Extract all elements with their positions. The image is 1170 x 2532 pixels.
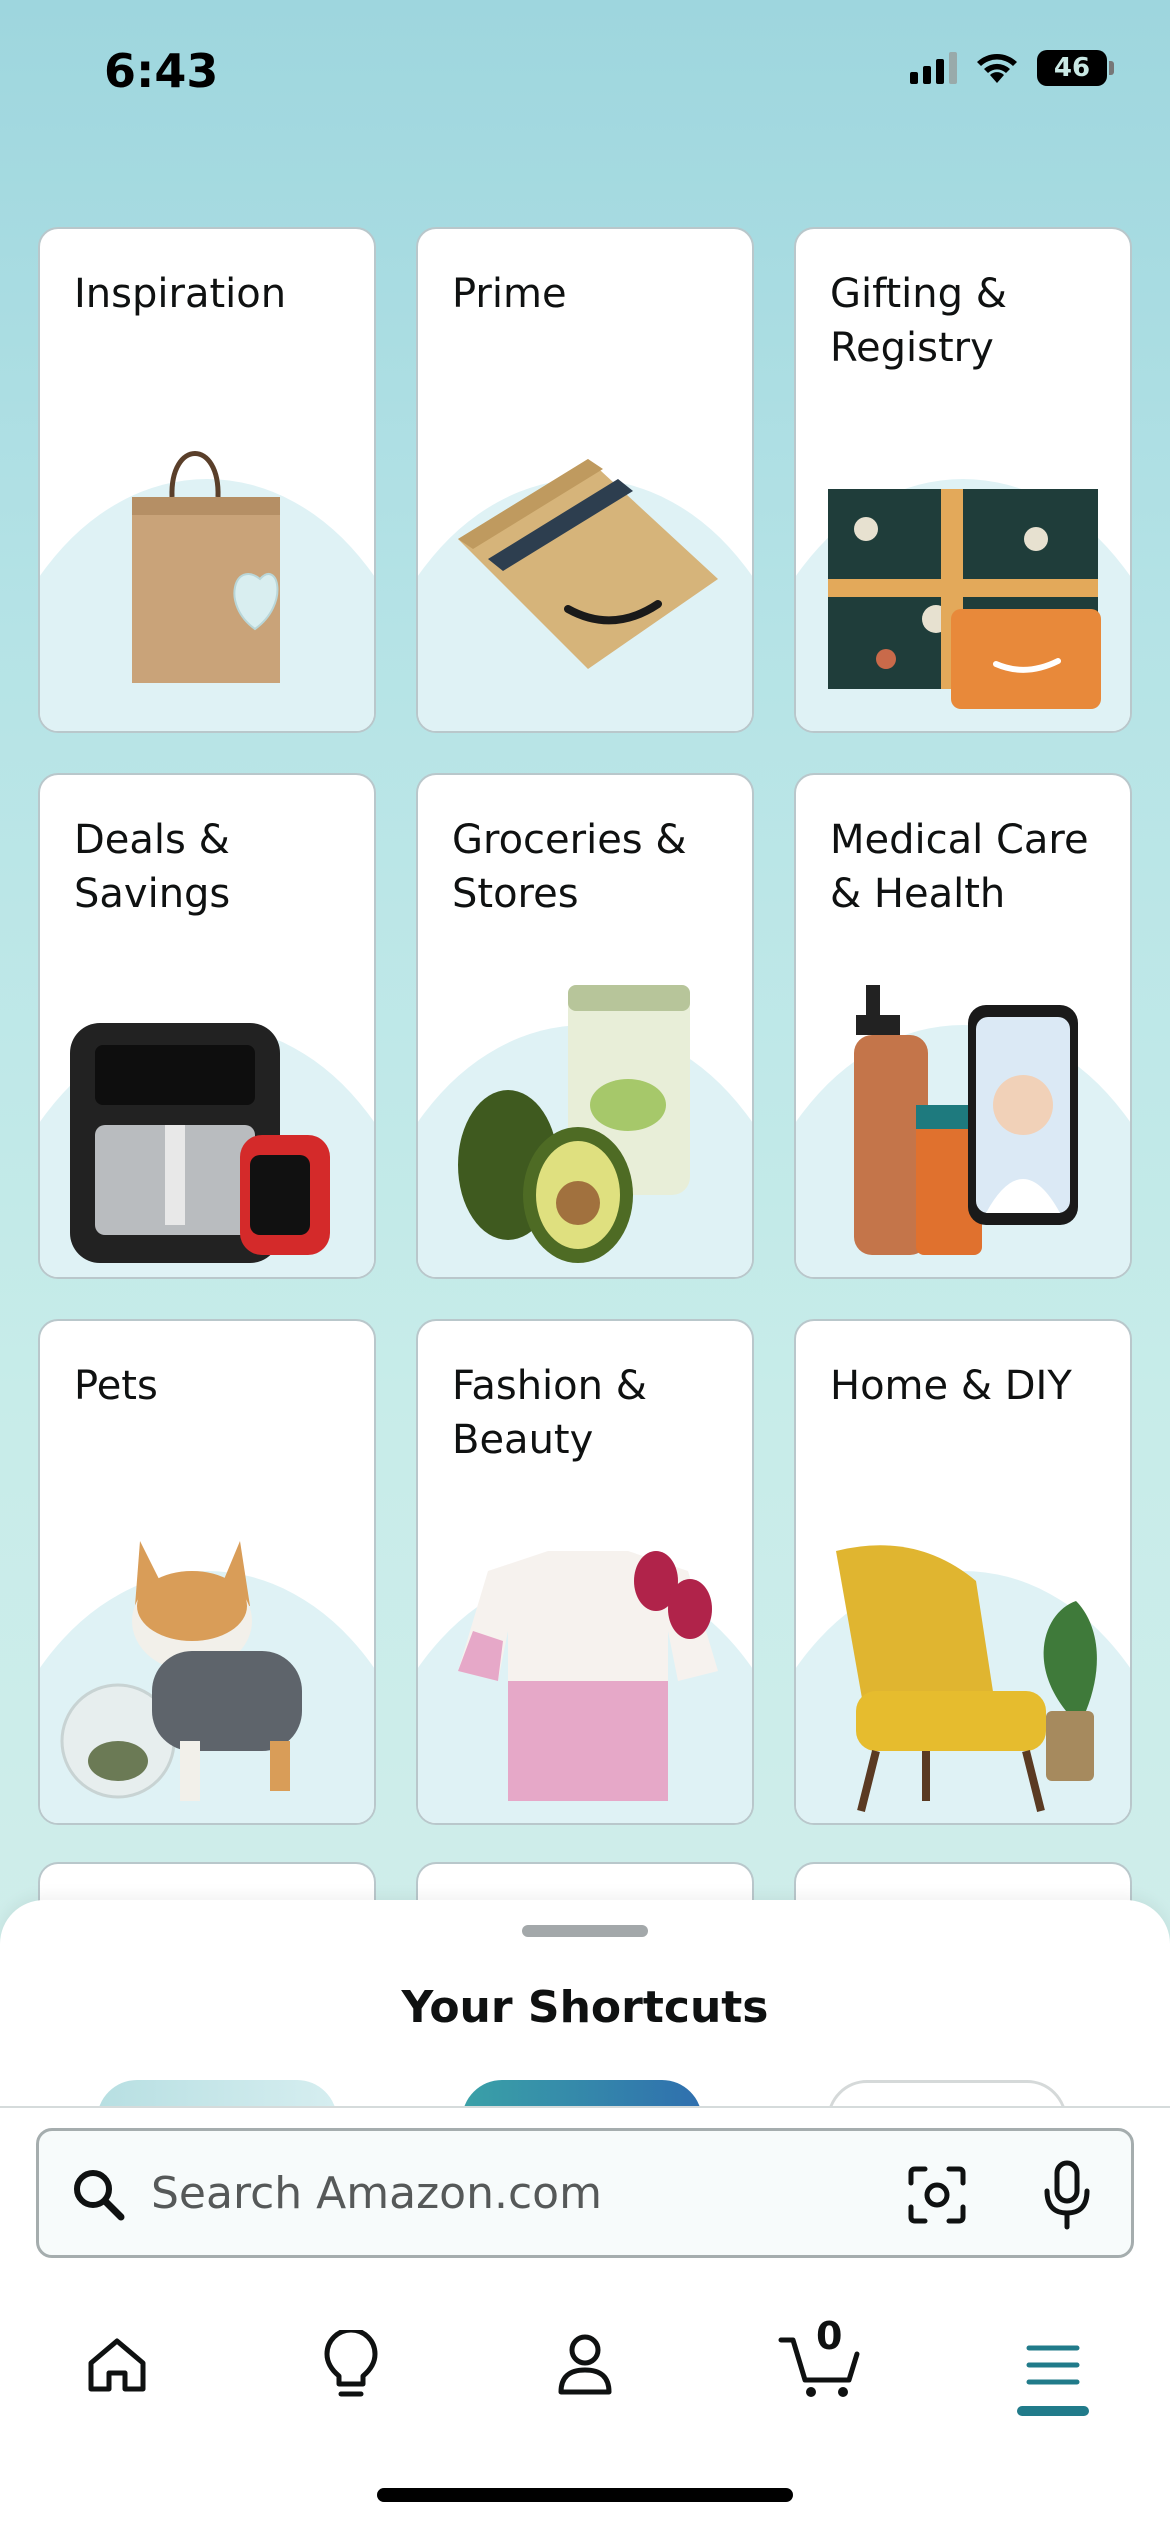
category-title: Prime	[452, 271, 567, 317]
shortcut-pill[interactable]	[97, 2080, 337, 2106]
active-tab-indicator	[1017, 2406, 1089, 2416]
nav-inspire[interactable]	[306, 2320, 396, 2410]
camera-scan-icon[interactable]	[905, 2163, 969, 2227]
category-card-fashion-beauty[interactable]: Fashion & Beauty	[416, 1319, 754, 1825]
category-title: Fashion & Beauty	[452, 1363, 647, 1463]
category-card-home-diy[interactable]: Home & DIY	[794, 1319, 1132, 1825]
pharmacy-icon	[854, 985, 1078, 1255]
cellular-signal-icon	[910, 52, 957, 84]
home-icon	[88, 2338, 146, 2392]
category-card-pets[interactable]: Pets	[38, 1319, 376, 1825]
shortcut-pills	[0, 2080, 1170, 2106]
nav-menu[interactable]	[1008, 2320, 1098, 2410]
prime-box-icon	[458, 459, 718, 669]
avocado-can-icon	[458, 985, 690, 1263]
category-card-inspiration[interactable]: Inspiration	[38, 227, 376, 733]
account-icon	[558, 2334, 612, 2395]
corgi-icon	[60, 1541, 302, 1801]
search-input[interactable]	[151, 2131, 851, 2255]
gift-box-icon	[828, 489, 1101, 709]
microphone-icon[interactable]	[1037, 2159, 1097, 2231]
lightbulb-icon	[324, 2330, 378, 2397]
hamburger-menu-icon	[1026, 2345, 1080, 2385]
battery-level: 46	[1053, 53, 1091, 83]
category-title: Medical Care & Health	[830, 817, 1089, 917]
nav-home[interactable]	[72, 2320, 162, 2410]
search-bar[interactable]	[36, 2128, 1134, 2258]
category-title: Gifting & Registry	[830, 271, 1007, 371]
shortcuts-title: Your Shortcuts	[401, 1982, 769, 2033]
bottom-nav: 0	[0, 2290, 1170, 2440]
status-bar: 6:43 46	[0, 0, 1170, 140]
shopping-bag-icon	[132, 451, 280, 683]
cart-count-badge: 0	[816, 2314, 843, 2358]
status-time: 6:43	[104, 44, 219, 98]
category-title: Pets	[74, 1363, 158, 1409]
home-indicator	[377, 2488, 793, 2502]
category-title: Groceries & Stores	[452, 817, 687, 917]
category-card-prime[interactable]: Prime	[416, 227, 754, 733]
category-grid: Inspiration Prime Gifting & Registry Dea…	[38, 227, 1132, 1825]
category-title: Deals & Savings	[74, 817, 231, 917]
air-fryer-icon	[70, 1023, 330, 1263]
battery-icon: 46	[1037, 50, 1114, 86]
shortcut-pill[interactable]	[827, 2080, 1067, 2106]
shirt-icon	[458, 1551, 718, 1801]
status-icons: 46	[910, 50, 1114, 86]
armchair-icon	[836, 1545, 1097, 1812]
category-card-deals-savings[interactable]: Deals & Savings	[38, 773, 376, 1279]
search-icon	[74, 2170, 125, 2221]
wifi-icon	[977, 54, 1017, 83]
shortcut-pill[interactable]	[462, 2080, 702, 2106]
category-title: Home & DIY	[830, 1363, 1072, 1409]
category-card-gifting-registry[interactable]: Gifting & Registry	[794, 227, 1132, 733]
category-card-medical-care-health[interactable]: Medical Care & Health	[794, 773, 1132, 1279]
sheet-grabber[interactable]	[522, 1925, 648, 1937]
nav-cart[interactable]: 0	[774, 2314, 864, 2410]
nav-account[interactable]	[540, 2320, 630, 2410]
category-card-groceries-stores[interactable]: Groceries & Stores	[416, 773, 754, 1279]
category-title: Inspiration	[74, 271, 287, 317]
